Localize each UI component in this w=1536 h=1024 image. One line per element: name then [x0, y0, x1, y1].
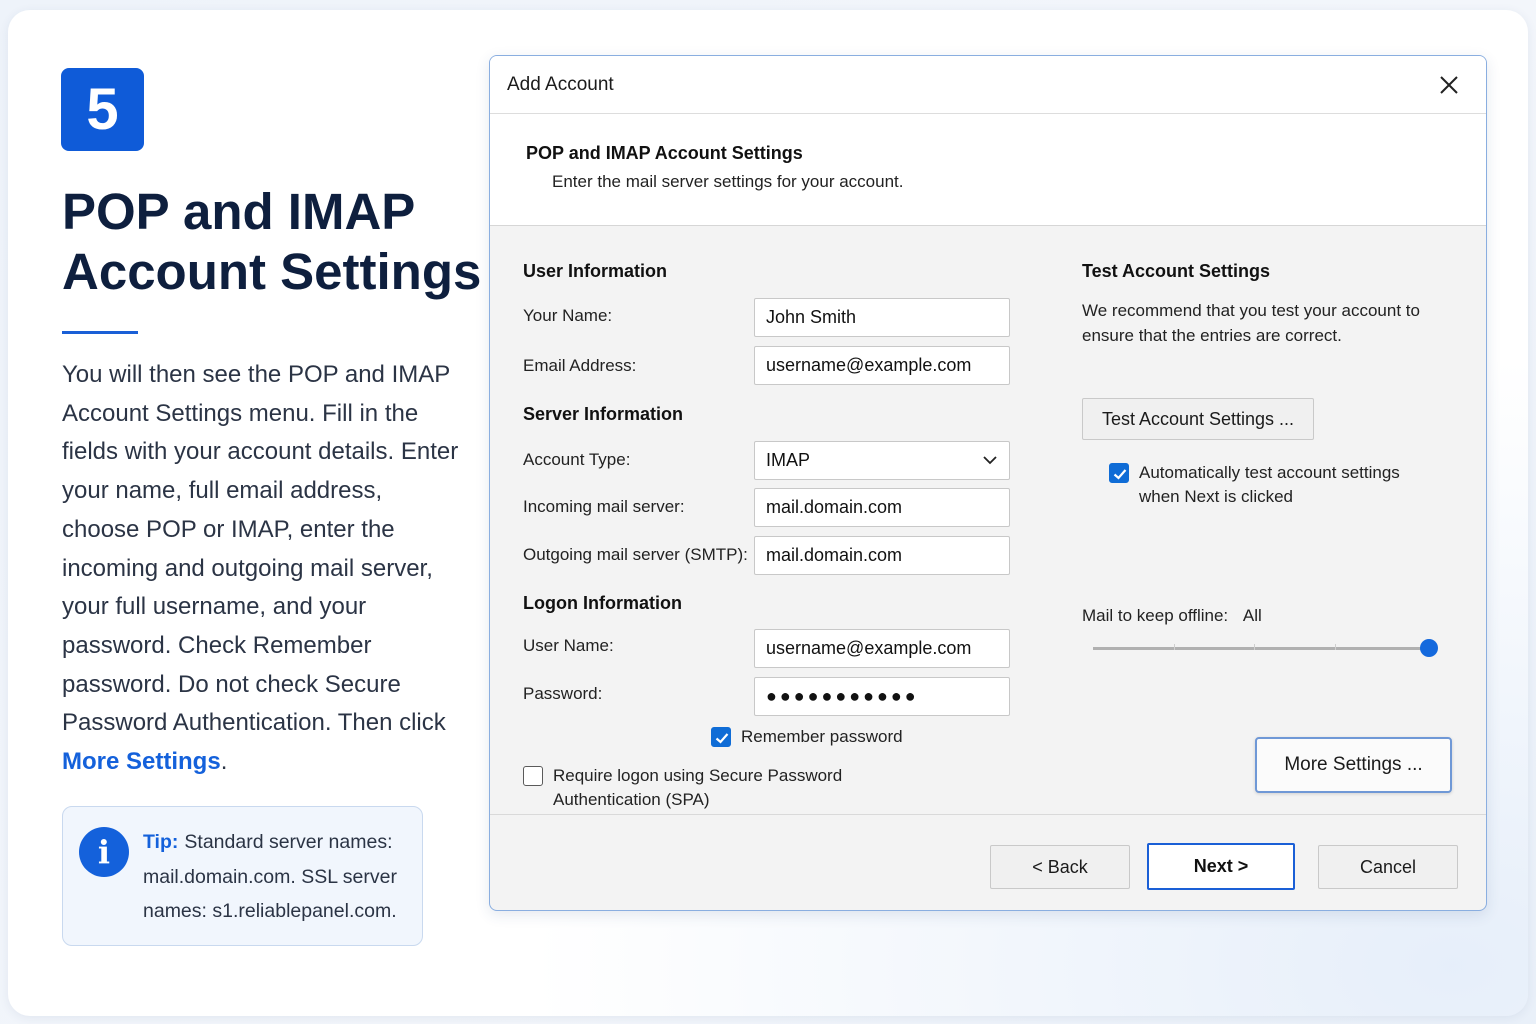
instructions-text: You will then see the POP and IMAP Accou… — [62, 356, 462, 782]
dialog-title: Add Account — [507, 74, 614, 95]
user-information-heading: User Information — [523, 261, 668, 281]
tip-label: Tip: — [143, 831, 179, 853]
spa-label: Require logon using Secure Password Auth… — [553, 764, 842, 812]
incoming-server-input[interactable]: mail.domain.com — [754, 488, 1010, 527]
tip-box: i Tip: Standard server names: mail.domain… — [62, 806, 423, 946]
incoming-server-label: Incoming mail server: — [523, 497, 685, 516]
instructions-end: . — [220, 748, 228, 776]
your-name-input[interactable]: John Smith — [754, 298, 1010, 337]
back-button[interactable]: < Back — [990, 845, 1130, 889]
page-title: POP and IMAP Account Settings — [62, 182, 482, 302]
spa-checkbox[interactable] — [523, 766, 543, 786]
slider-tick — [1174, 644, 1175, 650]
cancel-button[interactable]: Cancel — [1318, 845, 1458, 889]
test-settings-heading: Test Account Settings — [1082, 261, 1271, 281]
auto-test-checkbox[interactable] — [1109, 463, 1129, 483]
email-address-input[interactable]: username@example.com — [754, 346, 1010, 385]
test-account-settings-button[interactable]: Test Account Settings ... — [1082, 398, 1314, 440]
account-type-value: IMAP — [766, 450, 811, 470]
slider-tick — [1335, 644, 1336, 650]
password-input[interactable]: ●●●●●●●●●●● — [754, 677, 1010, 716]
remember-password-label: Remember password — [741, 727, 903, 746]
spa-label-line-2: Authentication (SPA) — [553, 790, 710, 809]
offline-value: All — [1242, 606, 1262, 625]
slider-tick — [1254, 644, 1255, 650]
checkmark-icon — [1113, 469, 1127, 480]
footer-divider — [490, 814, 1486, 815]
next-button[interactable]: Next > — [1147, 843, 1295, 890]
auto-test-label: Automatically test account settings when… — [1139, 461, 1400, 509]
tip-text: Tip: Standard server names: mail.domain.c… — [143, 825, 413, 929]
outgoing-server-input[interactable]: mail.domain.com — [754, 536, 1010, 575]
offline-slider-track[interactable] — [1093, 639, 1438, 657]
dialog-header-subtitle: Enter the mail server settings for your … — [552, 172, 904, 191]
dialog-header: POP and IMAP Account Settings Enter the … — [490, 114, 1486, 226]
dialog-titlebar: Add Account — [490, 56, 1486, 114]
server-information-heading: Server Information — [523, 404, 684, 424]
account-type-select[interactable]: IMAP — [754, 441, 1010, 480]
outgoing-server-label: Outgoing mail server (SMTP): — [523, 545, 748, 564]
password-label: Password: — [523, 684, 603, 703]
close-icon[interactable] — [1436, 72, 1462, 98]
chevron-down-icon — [983, 456, 997, 465]
remember-password-checkbox[interactable] — [711, 727, 731, 747]
test-settings-description: We recommend that you test your account … — [1082, 301, 1420, 345]
user-name-input[interactable]: username@example.com — [754, 629, 1010, 668]
email-address-label: Email Address: — [523, 356, 637, 375]
checkmark-icon — [715, 733, 729, 744]
logon-information-heading: Logon Information — [523, 593, 682, 613]
offline-slider-fill — [1093, 647, 1429, 650]
offline-label-text: Mail to keep offline: — [1082, 606, 1229, 625]
auto-test-label-line-2: when Next is clicked — [1139, 487, 1294, 506]
offline-slider-thumb[interactable] — [1420, 639, 1438, 657]
instructions-body: You will then see the POP and IMAP Accou… — [62, 361, 459, 737]
step-number-badge: 5 — [61, 68, 144, 151]
tip-body: Standard server names: mail.domain.com. … — [143, 831, 397, 922]
page-title-line-2: Account Settings — [62, 243, 482, 300]
your-name-label: Your Name: — [523, 306, 613, 325]
auto-test-label-line-1: Automatically test account settings — [1139, 463, 1400, 482]
offline-label: Mail to keep offline: All — [1082, 606, 1262, 626]
page-title-line-1: POP and IMAP — [62, 183, 416, 240]
more-settings-link[interactable]: More Settings — [62, 748, 221, 775]
add-account-dialog: Add Account POP and IMAP Account Setting… — [489, 55, 1487, 911]
title-divider — [62, 331, 138, 334]
info-icon: i — [79, 827, 129, 877]
spa-label-line-1: Require logon using Secure Password — [553, 766, 843, 785]
user-name-label: User Name: — [523, 636, 614, 655]
account-type-label: Account Type: — [523, 450, 631, 469]
dialog-header-title: POP and IMAP Account Settings — [526, 143, 803, 163]
more-settings-button[interactable]: More Settings ... — [1255, 737, 1452, 793]
